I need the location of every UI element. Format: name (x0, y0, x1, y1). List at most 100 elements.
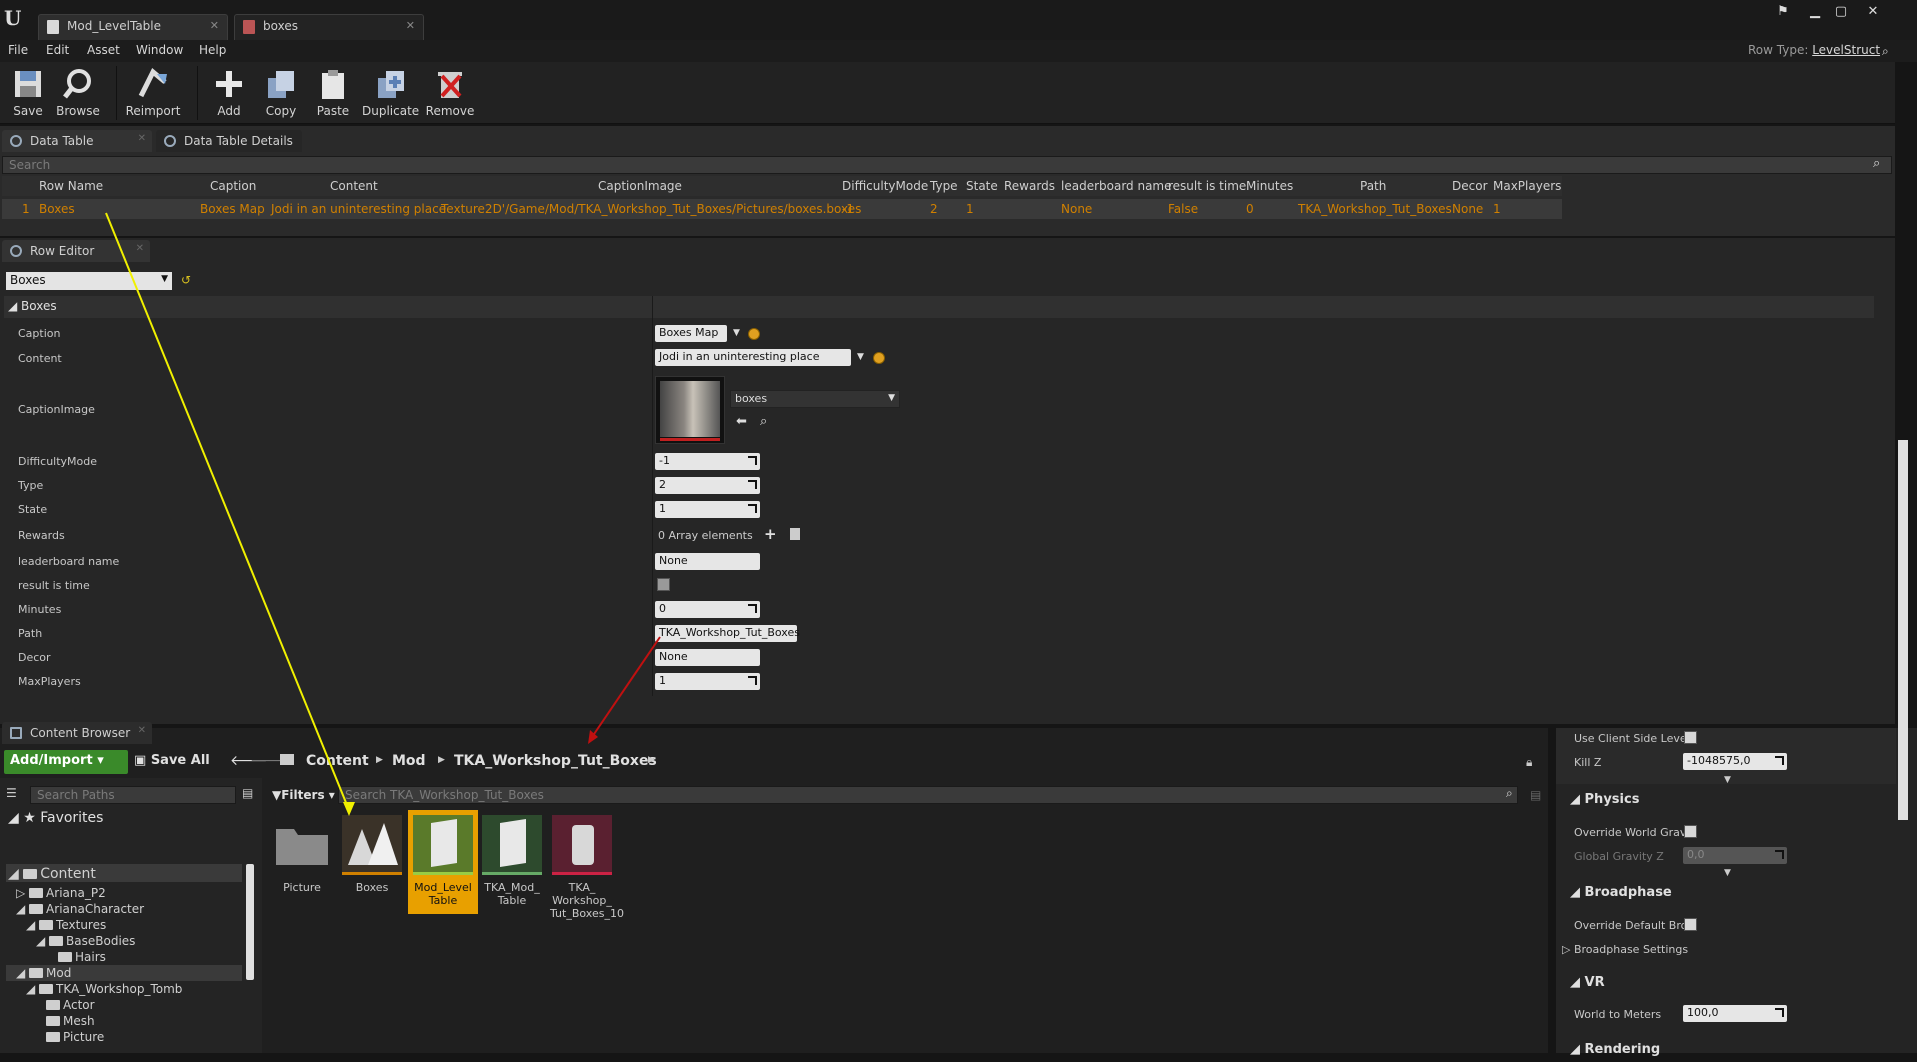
col-result-is-time[interactable]: result is time (1168, 179, 1246, 193)
add-import-button[interactable]: Add/Import ▾ (4, 750, 128, 774)
world-to-meters-field[interactable]: 100,0 (1683, 1005, 1787, 1022)
duplicate-button[interactable]: Duplicate (362, 66, 419, 122)
col-decor[interactable]: Decor (1452, 179, 1488, 193)
scrollbar-thumb[interactable] (1898, 440, 1908, 820)
section-broadphase[interactable]: ◢ Broadphase (1556, 883, 1896, 905)
chevron-down-icon[interactable]: ▼ (857, 352, 864, 362)
scrollbar-thumb[interactable] (246, 864, 254, 980)
tree-item-arianacharacter[interactable]: ◢ ArianaCharacter (16, 902, 144, 916)
close-icon[interactable]: ✕ (138, 725, 146, 736)
col-difficultymode[interactable]: DifficultyMode (842, 179, 928, 193)
reset-icon[interactable] (873, 352, 885, 364)
asset-boxes[interactable]: Boxes (340, 815, 404, 915)
col-maxplayers[interactable]: MaxPlayers (1493, 179, 1561, 193)
kill-z-field[interactable]: -1048575,0 (1683, 753, 1787, 770)
view-options-icon[interactable]: ▤ (242, 786, 253, 800)
browse-button[interactable]: Browse (50, 66, 106, 122)
lock-icon[interactable]: 🔒︎ (1526, 755, 1532, 770)
broadphase-settings[interactable]: ▷ Broadphase Settings (1562, 943, 1688, 956)
tree-item-content[interactable]: ◢ Content (8, 866, 96, 882)
tree-item-mod[interactable]: ◢ Mod (16, 966, 71, 980)
section-vr[interactable]: ◢ VR (1556, 973, 1896, 995)
minutes-field[interactable]: 0 (655, 601, 760, 618)
reset-icon[interactable] (748, 328, 760, 340)
search-icon[interactable]: ⌕ (1506, 786, 1513, 801)
paste-button[interactable]: Paste (305, 66, 361, 122)
menu-window[interactable]: Window (136, 43, 183, 57)
menu-help[interactable]: Help (199, 43, 226, 57)
close-window-button[interactable]: ✕ (1860, 2, 1886, 22)
col-leaderboard[interactable]: leaderboard name (1061, 179, 1172, 193)
search-icon[interactable]: ⌕ (1882, 44, 1889, 59)
close-icon[interactable]: ✕ (136, 243, 144, 254)
breadcrumb-content[interactable]: Content (306, 753, 369, 769)
asset-picture-folder[interactable]: Picture (270, 815, 334, 915)
tab-data-table-details[interactable]: Data Table Details (156, 130, 302, 152)
menu-asset[interactable]: Asset (87, 43, 120, 57)
col-row-name[interactable]: Row Name (39, 179, 103, 193)
tree-item-textures[interactable]: ◢ Textures (26, 918, 106, 932)
col-rewards[interactable]: Rewards (1004, 179, 1055, 193)
global-gravity-field[interactable]: 0,0 (1683, 847, 1787, 864)
table-search-input[interactable]: Search (2, 156, 1892, 174)
tree-item-tomb[interactable]: ◢ TKA_Workshop_Tomb (26, 982, 182, 996)
breadcrumb-arrow-icon[interactable]: ▶ (376, 755, 383, 765)
browse-search-icon[interactable]: ⌕ (760, 414, 767, 429)
col-minutes[interactable]: Minutes (1246, 179, 1293, 193)
override-broadphase-checkbox[interactable] (1684, 918, 1697, 931)
expand-more-icon[interactable]: ▼ (1724, 868, 1731, 878)
minimize-button[interactable]: ▁ (1802, 2, 1828, 22)
use-client-side-checkbox[interactable] (1684, 731, 1697, 744)
add-element-icon[interactable]: + (764, 525, 777, 543)
filters-button[interactable]: ▼Filters ▾ (272, 788, 335, 802)
save-search-icon[interactable]: ▤ (1530, 788, 1541, 802)
path-field[interactable]: TKA_Workshop_Tut_Boxes (655, 625, 800, 642)
breadcrumb-folder[interactable]: TKA_Workshop_Tut_Boxes (454, 753, 657, 769)
override-gravity-checkbox[interactable] (1684, 825, 1697, 838)
texture-thumbnail[interactable] (655, 376, 725, 444)
sources-toggle-icon[interactable]: ☰ (6, 786, 17, 800)
col-type[interactable]: Type (930, 179, 958, 193)
row-select-dropdown[interactable]: Boxes ▼ (6, 272, 172, 290)
search-paths-input[interactable]: Search Paths (30, 786, 236, 804)
section-physics[interactable]: ◢ Physics (1556, 790, 1896, 812)
copy-button[interactable]: Copy (253, 66, 309, 122)
maximize-button[interactable]: ▢ (1828, 2, 1854, 22)
breadcrumb-arrow-icon[interactable]: ▶ (648, 755, 655, 765)
menu-file[interactable]: File (8, 43, 28, 57)
state-field[interactable]: 1 (655, 501, 760, 518)
type-field[interactable]: 2 (655, 477, 760, 494)
col-captionimage[interactable]: CaptionImage (598, 179, 682, 193)
search-icon[interactable]: ⌕ (1873, 156, 1880, 171)
reimport-button[interactable]: Reimport (125, 66, 181, 122)
favorites-header[interactable]: ◢ ★ Favorites (8, 810, 103, 826)
tab-data-table[interactable]: Data Table ✕ (2, 130, 152, 152)
difficultymode-field[interactable]: -1 (655, 453, 760, 470)
learn-icon[interactable]: ⚑ (1770, 2, 1796, 22)
tree-item-hairs[interactable]: Hairs (58, 950, 106, 964)
col-content[interactable]: Content (330, 179, 378, 193)
asset-mod-level-table[interactable]: Mod_Level Table (411, 815, 475, 915)
tree-item-picture[interactable]: Picture (46, 1030, 104, 1044)
tree-item-actor[interactable]: Actor (46, 998, 95, 1012)
asset-search-input[interactable]: Search TKA_Workshop_Tut_Boxes (338, 786, 1518, 804)
close-icon[interactable]: ✕ (406, 19, 415, 32)
reset-row-icon[interactable]: ↺ (181, 273, 191, 287)
section-rendering[interactable]: ◢ Rendering (1556, 1040, 1896, 1062)
leaderboard-field[interactable]: None (655, 553, 760, 570)
section-header[interactable] (4, 296, 1874, 318)
maxplayers-field[interactable]: 1 (655, 673, 760, 690)
menu-edit[interactable]: Edit (46, 43, 69, 57)
save-button[interactable]: Save (0, 66, 56, 122)
texture-asset-picker[interactable]: boxes ▼ (730, 390, 900, 408)
result-is-time-checkbox[interactable] (657, 578, 670, 591)
tab-boxes[interactable]: boxes ✕ (234, 14, 424, 40)
tab-row-editor[interactable]: Row Editor ✕ (2, 240, 150, 262)
asset-tka-mod-table[interactable]: TKA_Mod_ Table (480, 815, 544, 915)
decor-field[interactable]: None (655, 649, 760, 666)
save-all-button[interactable]: ▣ Save All (134, 753, 210, 768)
close-icon[interactable]: ✕ (138, 133, 146, 144)
tree-item-mesh[interactable]: Mesh (46, 1014, 95, 1028)
asset-tka-workshop-tut-boxes-10[interactable]: TKA_ Workshop_ Tut_Boxes_10 (550, 815, 624, 920)
chevron-down-icon[interactable]: ▼ (733, 328, 740, 338)
